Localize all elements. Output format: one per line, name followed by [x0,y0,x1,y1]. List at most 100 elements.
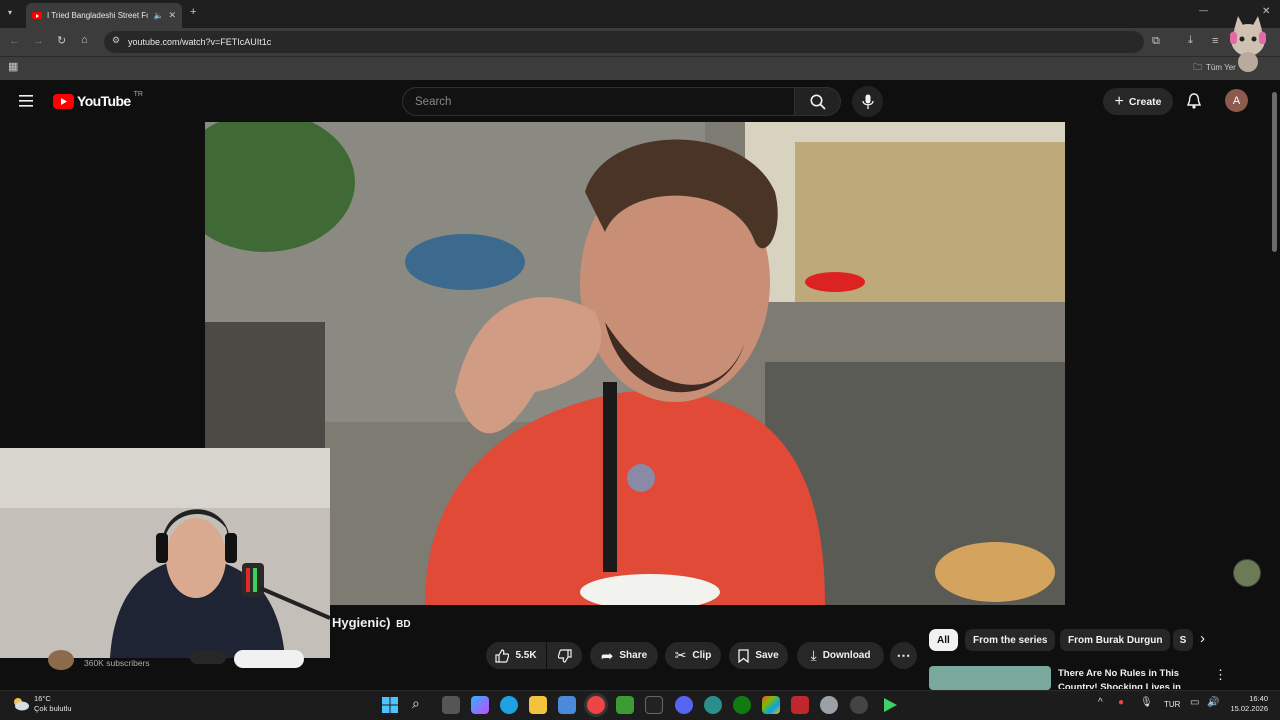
browser-globe-icon[interactable] [704,696,722,714]
reload-icon[interactable]: ↻ [57,36,66,47]
like-count: 5.5K [515,650,537,661]
share-label: Share [619,650,648,661]
tray-overflow-icon[interactable]: ^ [1098,697,1103,708]
recommendation-thumbnail[interactable] [929,666,1051,690]
search-icon [810,94,826,110]
microphone-icon [861,94,874,109]
chip-all[interactable]: All [929,629,958,651]
back-icon[interactable]: ← [9,36,20,47]
more-actions-button[interactable]: ⋯ [890,642,917,669]
task-view-icon[interactable] [442,696,460,714]
thumbs-up-icon [495,648,510,663]
microsoft365-icon[interactable] [762,696,780,714]
edge-icon[interactable] [500,696,518,714]
input-language[interactable]: TUR [1164,700,1180,709]
tab-close-icon[interactable]: ✕ [168,11,176,20]
dislike-button[interactable] [547,642,582,669]
store-icon[interactable] [558,696,576,714]
share-button[interactable]: ➦ Share [590,642,658,669]
plus-icon: + [1114,92,1124,110]
profile-cat-avatar-icon [1230,16,1266,72]
like-button[interactable]: 5.5K [486,642,546,669]
search-button[interactable] [795,87,841,116]
reading-list-icon[interactable]: ≡ [1212,36,1218,47]
page-scrollbar[interactable] [1272,92,1277,252]
tab-search-icon[interactable]: ▾ [8,9,12,17]
media-play-icon[interactable] [882,697,898,713]
download-label: Download [822,650,871,661]
search-input[interactable]: Search [402,87,795,116]
chrome-icon[interactable] [587,696,605,714]
discord-icon[interactable] [675,696,693,714]
chips-next-chevron-icon[interactable]: › [1200,630,1205,647]
obs-icon[interactable] [820,696,838,714]
subscribe-button[interactable] [234,650,304,668]
browser-tab[interactable]: I Tried Bangladeshi Street Fo 🔈 ✕ [26,3,182,28]
file-explorer-icon[interactable] [529,696,547,714]
app-icon[interactable] [850,696,868,714]
extensions-icon[interactable]: ⧉ [1152,36,1160,47]
network-icon[interactable]: ▭ [1190,697,1199,708]
notifications-bell-icon[interactable] [1187,93,1201,109]
recommendation-title[interactable]: There Are No Rules in This Country! Shoc… [1058,667,1188,689]
save-label: Save [755,650,779,661]
weather-cloud-icon [14,698,29,711]
windows-start-icon[interactable] [382,697,398,713]
xbox-icon[interactable] [733,696,751,714]
more-horizontal-icon: ⋯ [896,647,911,663]
youtube-favicon-icon [32,12,42,19]
recommendation-menu-icon[interactable]: ⋮ [1214,667,1227,683]
minimize-icon[interactable]: — [1199,6,1208,15]
minecraft-icon[interactable] [616,696,634,714]
join-button[interactable] [190,650,226,664]
chip-from-channel[interactable]: From Burak Durgun [1060,629,1171,651]
search-placeholder: Search [415,95,452,108]
avatar-letter: A [1232,94,1241,107]
home-icon[interactable]: ⌂ [81,35,88,46]
voice-meeter-icon[interactable] [791,696,809,714]
capcut-icon[interactable] [645,696,663,714]
create-button[interactable]: + Create [1103,88,1173,115]
tray-app-icon[interactable]: ● [1118,697,1124,708]
volume-icon[interactable]: 🔊 [1207,697,1219,708]
site-info-icon[interactable]: ⚙ [112,36,120,45]
youtube-play-logo-icon [53,93,74,109]
taskbar-search-icon[interactable]: ⌕ [412,695,420,712]
weather-widget[interactable]: 16°C Çok bulutlu [34,694,72,714]
chip-partial[interactable]: S [1173,629,1193,651]
bookmark-save-icon [738,648,749,663]
weather-temp: 16°C [34,694,51,703]
forward-icon[interactable]: → [33,36,44,47]
thumbs-down-icon [557,648,572,663]
download-icon: ⤓ [810,647,817,663]
tray-mic-icon[interactable]: 🎙 [1140,697,1153,708]
tab-audio-icon[interactable]: 🔈 [153,11,163,20]
channel-avatar[interactable] [48,650,74,670]
account-avatar[interactable]: A [1225,89,1248,112]
clip-button[interactable]: ✂ Clip [665,642,721,669]
downloads-icon[interactable]: ⤓ [1188,35,1193,46]
voice-search-button[interactable] [852,86,883,117]
url-text: youtube.com/watch?v=FETIcAUIt1c [128,37,272,47]
new-tab-icon[interactable]: + [190,7,196,18]
weather-desc: Çok bulutlu [34,704,72,713]
bookmarks-bar: ▦ 🗀 Tüm Yer [0,56,1280,80]
video-player[interactable] [205,122,1065,605]
video-title-text: Hygienic) [332,615,391,630]
create-label: Create [1128,95,1162,108]
clock-time: 16:40 [1249,694,1268,703]
youtube-logo-text: YouTube [77,93,131,109]
copilot-icon[interactable] [471,696,489,714]
save-button[interactable]: Save [729,642,788,669]
youtube-logo[interactable]: YouTube TR [53,91,143,109]
system-clock[interactable]: 16:40 15.02.2026 [1230,694,1268,714]
browser-tab-strip: ▾ I Tried Bangladeshi Street Fo 🔈 ✕ + — … [0,0,1280,28]
download-button[interactable]: ⤓ Download [797,642,884,669]
windows-taskbar [0,690,1280,720]
apps-grid-icon[interactable]: ▦ [8,62,18,73]
floating-mascot-icon[interactable] [1233,559,1261,587]
hamburger-menu-icon[interactable] [19,95,33,107]
channel-subscribers: 360K subscribers [84,658,150,668]
chip-from-the-series[interactable]: From the series [965,629,1056,651]
address-bar[interactable]: ⚙ youtube.com/watch?v=FETIcAUIt1c [104,31,1144,53]
